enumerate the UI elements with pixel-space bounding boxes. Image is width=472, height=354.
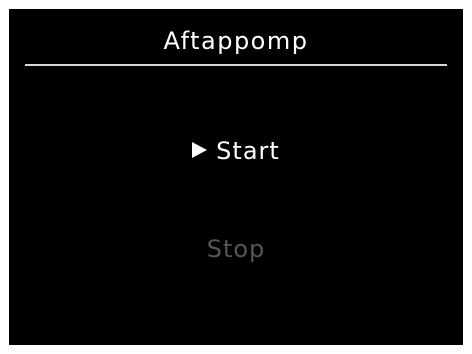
menu-item-stop[interactable]: Stop [9, 235, 463, 263]
menu-item-start-label: Start [216, 137, 280, 165]
menu-item-stop-label: Stop [206, 235, 266, 263]
title-divider [25, 64, 447, 66]
selection-cursor-icon [192, 142, 208, 158]
menu-item-start[interactable]: Start [9, 137, 463, 165]
screen-title: Aftappomp [163, 27, 309, 55]
device-screen: Aftappomp Start Stop [9, 9, 463, 345]
